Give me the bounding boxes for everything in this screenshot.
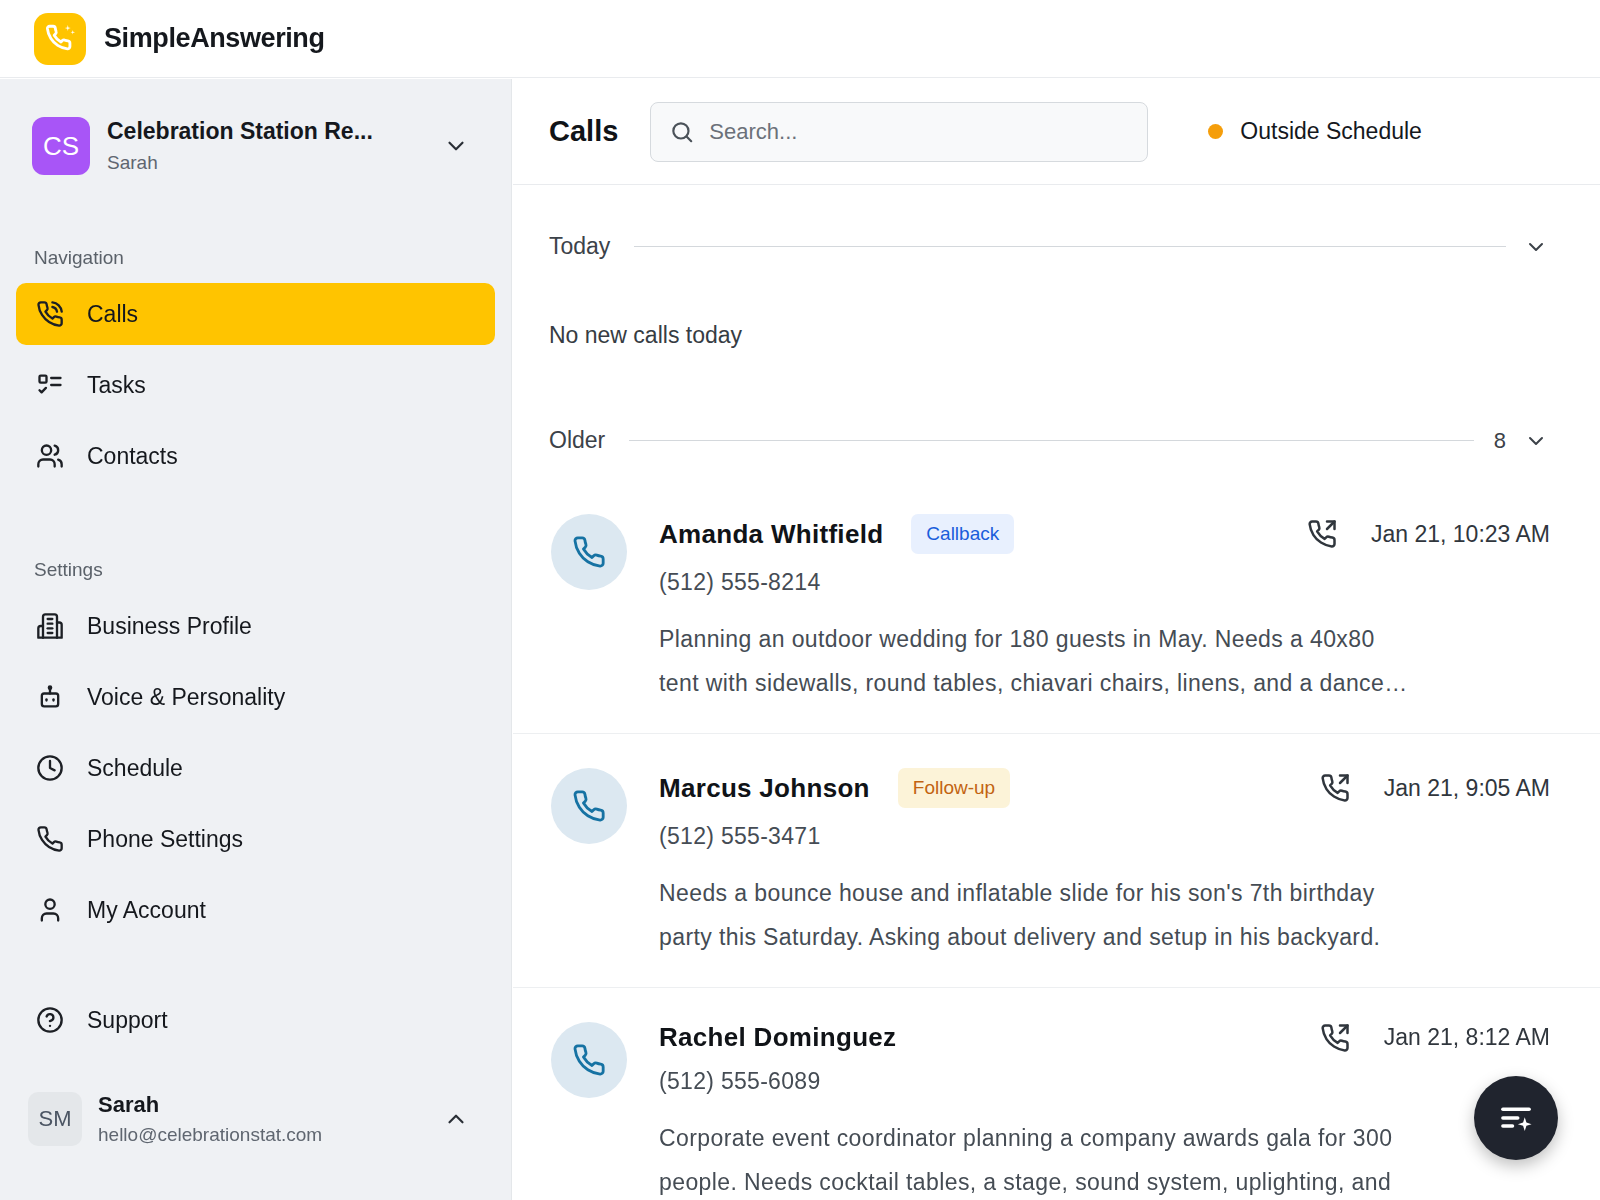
help-icon [36,1006,64,1034]
call-badge: Follow-up [898,768,1010,808]
call-avatar-phone-icon [551,1022,627,1098]
call-summary: Needs a bounce house and inflatable slid… [659,871,1409,959]
section-label: Older [549,427,605,454]
call-time: Jan 21, 10:23 AM [1371,521,1550,548]
divider [634,246,1506,247]
call-time: Jan 21, 9:05 AM [1384,775,1550,802]
topbar: SimpleAnswering [0,0,1600,78]
call-row[interactable]: Rachel Dominguez Jan 21, 8:12 AM (512) 5… [513,987,1600,1200]
caller-name: Rachel Dominguez [659,1022,896,1053]
call-summary: Corporate event coordinator planning a c… [659,1116,1409,1200]
app-name: SimpleAnswering [104,23,325,54]
user-menu[interactable]: SM Sarah hello@celebrationstat.com [16,1092,495,1146]
status-label: Outside Schedule [1240,118,1422,145]
call-summary: Planning an outdoor wedding for 180 gues… [659,617,1409,705]
call-row[interactable]: Marcus Johnson Follow-up Jan 21, 9:05 AM… [513,733,1600,987]
robot-icon [36,683,64,711]
user-email: hello@celebrationstat.com [98,1124,443,1146]
status-dot-icon [1208,124,1223,139]
sidebar-item-calls[interactable]: Calls [16,283,495,345]
sidebar-item-business-profile[interactable]: Business Profile [16,595,495,657]
sidebar-item-tasks[interactable]: Tasks [16,354,495,416]
phone-icon [36,825,64,853]
main-header: Calls Outside Schedule [513,79,1600,185]
caller-phone: (512) 555-3471 [659,823,1550,850]
search-input[interactable] [709,119,1129,145]
sidebar-item-phone-settings[interactable]: Phone Settings [16,808,495,870]
sidebar: CS Celebration Station Re... Sarah Navig… [0,79,512,1200]
chevron-up-icon [443,1106,469,1132]
chevron-down-icon[interactable] [1524,429,1548,453]
search-box[interactable] [650,102,1148,162]
phone-outgoing-icon [1320,1023,1350,1053]
call-avatar-phone-icon [551,514,627,590]
account-name: Celebration Station Re... [107,118,443,145]
contacts-icon [36,442,64,470]
section-older: Older 8 [513,427,1600,454]
user-name: Sarah [98,1092,443,1118]
settings-section-label: Settings [34,559,495,581]
sidebar-item-contacts[interactable]: Contacts [16,425,495,487]
sidebar-item-label: My Account [87,897,206,924]
phone-call-icon [36,300,64,328]
sidebar-item-label: Tasks [87,372,146,399]
divider [629,440,1474,441]
sidebar-item-support[interactable]: Support [16,989,495,1051]
empty-today-message: No new calls today [513,322,1600,349]
nav-section-label: Navigation [34,247,495,269]
sidebar-item-label: Schedule [87,755,183,782]
sidebar-item-my-account[interactable]: My Account [16,879,495,941]
section-count: 8 [1494,428,1506,454]
account-avatar: CS [32,117,90,175]
sidebar-item-label: Business Profile [87,613,252,640]
chevron-down-icon [443,133,469,159]
section-today: Today [513,233,1600,260]
call-row[interactable]: Amanda Whitfield Callback Jan 21, 10:23 … [513,478,1600,733]
account-switcher[interactable]: CS Celebration Station Re... Sarah [16,117,495,175]
user-avatar: SM [28,1092,82,1146]
clock-icon [36,754,64,782]
sidebar-item-voice-personality[interactable]: Voice & Personality [16,666,495,728]
schedule-status: Outside Schedule [1208,118,1422,145]
search-icon [669,119,695,145]
call-time: Jan 21, 8:12 AM [1384,1024,1550,1051]
business-profile-icon [36,612,64,640]
caller-name: Amanda Whitfield [659,519,883,550]
chevron-down-icon[interactable] [1524,235,1548,259]
phone-outgoing-icon [1320,773,1350,803]
sidebar-item-label: Support [87,1007,168,1034]
section-label: Today [549,233,610,260]
call-badge: Callback [911,514,1014,554]
user-icon [36,896,64,924]
sidebar-item-label: Phone Settings [87,826,243,853]
sidebar-item-label: Contacts [87,443,178,470]
sidebar-item-label: Calls [87,301,138,328]
app-logo [34,13,86,65]
phone-sparkle-icon [43,22,77,56]
account-subtitle: Sarah [107,152,443,174]
phone-outgoing-icon [1307,519,1337,549]
fab-summary-button[interactable] [1474,1076,1558,1160]
caller-phone: (512) 555-8214 [659,569,1550,596]
caller-phone: (512) 555-6089 [659,1068,1550,1095]
page-title: Calls [549,115,618,148]
call-list: Amanda Whitfield Callback Jan 21, 10:23 … [513,478,1600,1200]
call-avatar-phone-icon [551,768,627,844]
caller-name: Marcus Johnson [659,773,870,804]
sidebar-item-label: Voice & Personality [87,684,285,711]
list-sparkle-icon [1495,1097,1537,1139]
tasks-icon [36,371,64,399]
main-panel: Calls Outside Schedule Today No new call… [513,79,1600,1200]
sidebar-item-schedule[interactable]: Schedule [16,737,495,799]
